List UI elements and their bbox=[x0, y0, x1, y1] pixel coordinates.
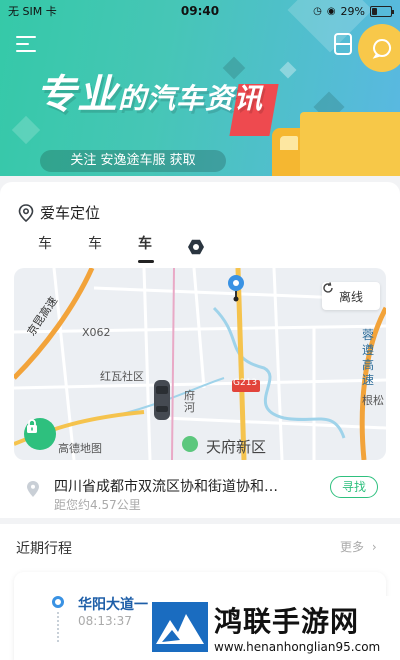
location-pin-icon bbox=[18, 203, 34, 222]
lock-icon bbox=[27, 419, 37, 433]
battery-icon bbox=[370, 5, 394, 17]
address-text: 四川省成都市双流区协和街道协和… bbox=[54, 479, 278, 495]
status-bar: 无 SIM 卡 09:40 ◷ ◉ 29% bbox=[0, 0, 400, 22]
recent-trips-title: 近期行程 bbox=[16, 541, 72, 557]
tab-car-3[interactable]: 车 bbox=[138, 234, 188, 263]
map-label-genshi: 根松 bbox=[362, 394, 384, 407]
find-car-button[interactable]: 寻找 bbox=[330, 476, 378, 498]
map-label-rongzun: 蓉遵高速 bbox=[362, 328, 375, 387]
chevron-right-icon: › bbox=[371, 540, 377, 554]
trip-start-dot bbox=[52, 596, 64, 608]
scan-icon[interactable] bbox=[334, 33, 352, 55]
alarm-icon: ◷ bbox=[313, 5, 322, 17]
map-label-new-area: 天府新区 bbox=[206, 438, 267, 456]
chat-icon bbox=[372, 39, 391, 59]
map-label-river: 府河 bbox=[184, 389, 195, 414]
watermark: 鸿联手游网 www.henanhonglian95.com bbox=[150, 596, 400, 660]
address-pin-icon bbox=[27, 481, 39, 497]
menu-icon[interactable] bbox=[16, 36, 36, 52]
lock-button[interactable] bbox=[24, 418, 56, 450]
trip-start-place: 华阳大道一 bbox=[78, 597, 148, 613]
section-title: 爱车定位 bbox=[40, 204, 101, 222]
watermark-url: www.henanhonglian95.com bbox=[214, 640, 381, 654]
map-label-highway: G213 bbox=[233, 378, 258, 388]
location-status-icon: ◉ bbox=[326, 5, 336, 17]
battery-percent: 29% bbox=[340, 4, 365, 18]
distance-text: 距您约4.57公里 bbox=[54, 498, 141, 512]
map-label-road-code: X062 bbox=[82, 326, 111, 339]
map-label-district: 红瓦社区 bbox=[100, 370, 144, 383]
map-view[interactable]: 京昆高速 X062 红瓦社区 G213 府河 天府新区 蓉遵高速 根松 高德地图… bbox=[14, 268, 386, 460]
map-provider-label: 高德地图 bbox=[58, 442, 102, 455]
car-tabs: 车 车 车 bbox=[38, 234, 204, 263]
trip-start-time: 08:13:37 bbox=[78, 614, 132, 628]
tab-car-2[interactable]: 车 bbox=[88, 234, 138, 262]
car-location-card: 爱车定位 车 车 车 京昆高速 X062 红瓦社区 G213 府河 天府新区 蓉… bbox=[0, 182, 400, 518]
tab-car-1[interactable]: 车 bbox=[38, 234, 88, 262]
banner-subtitle: 关注 安逸途车服 获取 bbox=[40, 150, 226, 172]
offline-toggle[interactable]: 离线 bbox=[322, 282, 380, 310]
promo-banner[interactable]: 专业的汽车资讯 关注 安逸途车服 获取 bbox=[0, 0, 400, 176]
banner-title: 专业的汽车资讯 bbox=[36, 72, 264, 118]
more-trips-link[interactable]: 更多 › bbox=[340, 538, 377, 555]
watermark-logo bbox=[152, 602, 208, 652]
refresh-icon bbox=[323, 282, 333, 293]
watermark-name: 鸿联手游网 bbox=[214, 605, 360, 638]
settings-hex-icon[interactable] bbox=[188, 239, 204, 255]
offline-label: 离线 bbox=[338, 289, 363, 304]
chat-button[interactable] bbox=[358, 24, 400, 72]
